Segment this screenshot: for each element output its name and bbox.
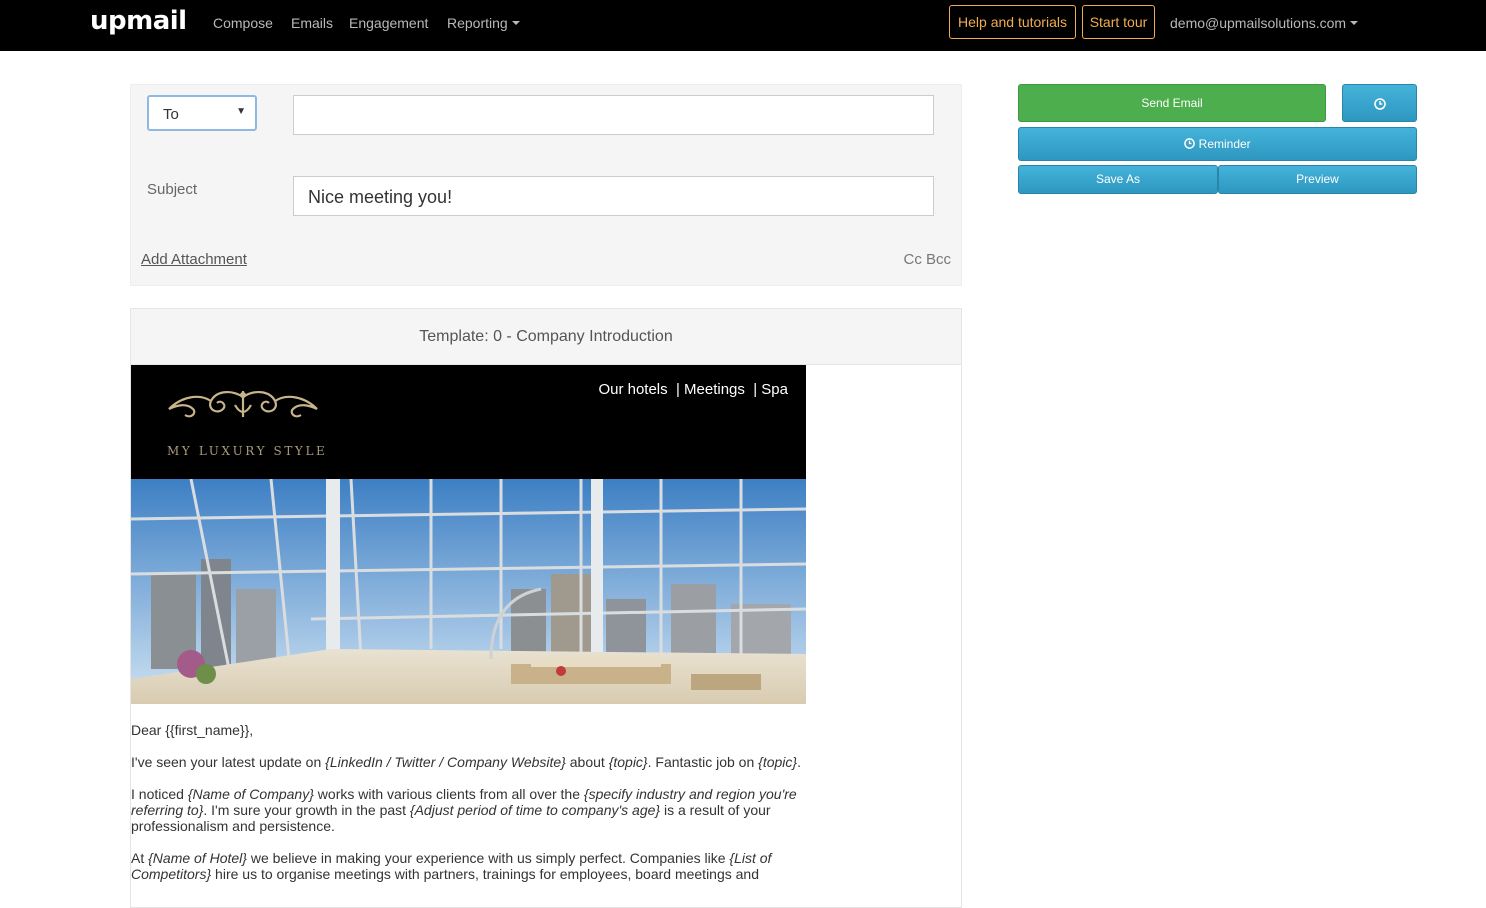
schedule-button[interactable] [1342,84,1417,122]
nav-emails[interactable]: Emails [291,15,333,31]
compose-header-panel: To ▼ Subject Nice meeting you! Add Attac… [130,84,962,286]
start-tour-button[interactable]: Start tour [1082,5,1155,39]
template-panel: Template: 0 - Company Introduction Our h… [130,308,962,908]
nav-reporting[interactable]: Reporting [447,15,520,31]
subject-input[interactable]: Nice meeting you! [293,176,934,216]
ornament-icon [168,391,318,418]
top-navbar: upmail Compose Emails Engagement Reporti… [0,0,1486,51]
email-header-banner: Our hotels | Meetings | Spa MY LUXURY ST… [131,365,806,479]
account-menu[interactable]: demo@upmailsolutions.com [1170,15,1359,31]
chevron-down-icon [511,21,520,26]
email-paragraph-2: I noticed {Name of Company} works with v… [131,786,797,834]
clock-icon [1373,98,1386,110]
hotel-lobby-image [131,479,806,704]
triangle-down-icon: ▼ [236,106,246,117]
email-greeting: Dear {{first_name}}, [131,722,254,738]
email-paragraph-3: At {Name of Hotel} we believe in making … [131,850,772,882]
recipient-type-value: To [163,106,179,123]
subject-label: Subject [147,181,198,198]
add-attachment-link[interactable]: Add Attachment [141,251,247,268]
upmail-logo[interactable]: upmail [90,6,187,36]
recipient-type-select[interactable]: To ▼ [147,95,257,131]
brand-name: MY LUXURY STYLE [167,444,328,458]
reminder-button[interactable]: Reminder [1018,127,1417,161]
clock-icon [1184,138,1196,149]
email-header-nav[interactable]: Our hotels | Meetings | Spa [598,381,788,398]
template-title: Template: 0 - Company Introduction [131,309,961,365]
cc-bcc-link[interactable]: Cc Bcc [903,251,951,268]
preview-button[interactable]: Preview [1218,165,1417,194]
chevron-down-icon [1350,21,1359,26]
my-luxury-style-logo: MY LUXURY STYLE [161,387,327,458]
help-tutorials-button[interactable]: Help and tutorials [949,5,1076,39]
send-email-button[interactable]: Send Email [1018,84,1326,122]
reminder-label: Reminder [1198,137,1251,151]
nav-compose[interactable]: Compose [213,15,273,31]
email-paragraph-1: I've seen your latest update on {LinkedI… [131,754,801,770]
email-body[interactable]: Dear {{first_name}}, I've seen your late… [131,722,806,898]
nav-engagement[interactable]: Engagement [349,15,428,31]
account-email: demo@upmailsolutions.com [1170,15,1347,31]
to-input[interactable] [293,95,934,135]
save-as-button[interactable]: Save As [1018,165,1218,194]
nav-reporting-label: Reporting [447,15,508,31]
